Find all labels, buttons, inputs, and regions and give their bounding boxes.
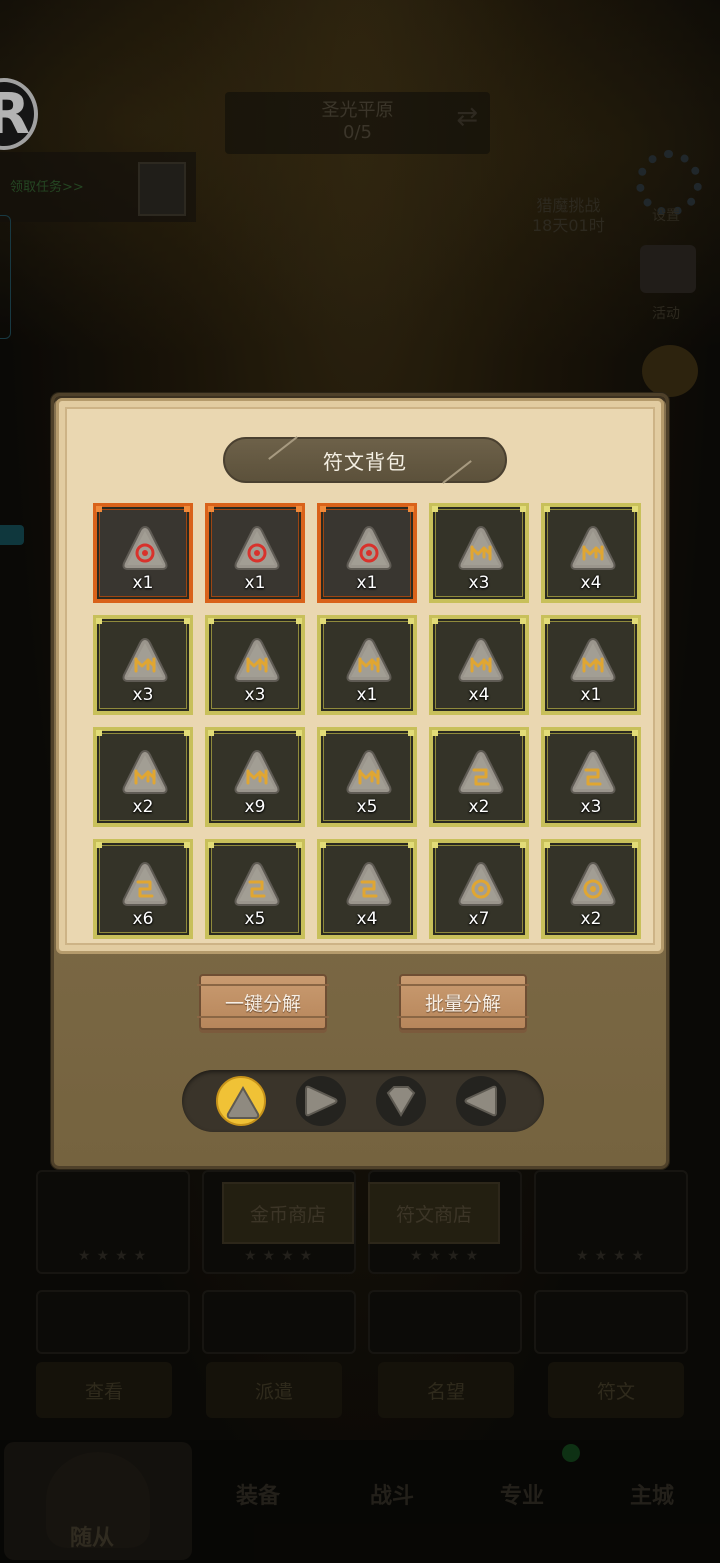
rune-slot[interactable]: x4 (317, 839, 417, 939)
batch-decompose-button[interactable]: 批量分解 (397, 974, 529, 1030)
rune-type-filter (182, 1070, 544, 1132)
m-rune-rune-stone-icon (346, 749, 392, 794)
rune-slot[interactable]: x1 (205, 503, 305, 603)
diamond-icon (386, 1086, 416, 1117)
ring-rune-rune-stone-icon (458, 861, 504, 906)
triangle-up-filter-button[interactable] (216, 1076, 266, 1126)
rune-quantity: x4 (468, 685, 490, 705)
rune-slot[interactable]: x6 (93, 839, 193, 939)
rune-quantity: x4 (356, 909, 378, 929)
rune-slot[interactable]: x2 (429, 727, 529, 827)
rune-quantity: x7 (468, 909, 490, 929)
m-rune-rune-stone-icon (570, 637, 616, 682)
rune-slot[interactable]: x4 (541, 503, 641, 603)
rune-slot[interactable]: x3 (205, 615, 305, 715)
rune-quantity: x9 (244, 797, 266, 817)
ring-rune-rune-stone-icon (570, 861, 616, 906)
rune-slot[interactable]: x3 (541, 727, 641, 827)
red-ring-rune-stone-icon (346, 525, 392, 570)
square-rune-rune-stone-icon (234, 861, 280, 906)
rune-quantity: x2 (580, 909, 602, 929)
rune-slot[interactable]: x4 (429, 615, 529, 715)
m-rune-rune-stone-icon (458, 637, 504, 682)
decompose-all-button[interactable]: 一键分解 (197, 974, 329, 1030)
rune-quantity: x3 (244, 685, 266, 705)
rune-grid-area: 符文背包 x1 x1 x1 x3 x4 x3 x3 x1 x4 x1 x2 x9 x5 x2 x3 x6 x5 x… (56, 398, 664, 954)
rune-quantity: x1 (132, 573, 154, 593)
m-rune-rune-stone-icon (234, 749, 280, 794)
rune-quantity: x1 (356, 685, 378, 705)
rune-quantity: x5 (356, 797, 378, 817)
rune-slot[interactable]: x7 (429, 839, 529, 939)
rune-quantity: x2 (468, 797, 490, 817)
rune-quantity: x6 (132, 909, 154, 929)
square-rune-rune-stone-icon (458, 749, 504, 794)
diamond-filter-button[interactable] (376, 1076, 426, 1126)
rune-backpack-panel: 符文背包 x1 x1 x1 x3 x4 x3 x3 x1 x4 x1 x2 x9 x5 x2 x3 x6 x5 x… (51, 393, 669, 1169)
rune-slot[interactable]: x3 (429, 503, 529, 603)
square-rune-rune-stone-icon (346, 861, 392, 906)
rune-slot[interactable]: x2 (541, 839, 641, 939)
m-rune-rune-stone-icon (234, 637, 280, 682)
rune-quantity: x5 (244, 909, 266, 929)
rune-grid: x1 x1 x1 x3 x4 x3 x3 x1 x4 x1 x2 x9 x5 x2 x3 x6 x5 x4 x7 x2 (59, 401, 667, 957)
triangle-right-filter-button[interactable] (296, 1076, 346, 1126)
m-rune-rune-stone-icon (458, 525, 504, 570)
m-rune-rune-stone-icon (570, 525, 616, 570)
red-ring-rune-stone-icon (122, 525, 168, 570)
triangle-left-icon (464, 1085, 497, 1117)
square-rune-rune-stone-icon (122, 861, 168, 906)
rune-slot[interactable]: x5 (317, 727, 417, 827)
rune-slot[interactable]: x5 (205, 839, 305, 939)
m-rune-rune-stone-icon (122, 637, 168, 682)
rune-slot[interactable]: x1 (93, 503, 193, 603)
rune-slot[interactable]: x1 (541, 615, 641, 715)
triangle-up-icon (226, 1085, 260, 1119)
rune-slot[interactable]: x2 (93, 727, 193, 827)
rune-quantity: x3 (468, 573, 490, 593)
rune-slot[interactable]: x9 (205, 727, 305, 827)
rune-slot[interactable]: x3 (93, 615, 193, 715)
rune-quantity: x2 (132, 797, 154, 817)
rune-quantity: x3 (580, 797, 602, 817)
rune-quantity: x1 (244, 573, 266, 593)
triangle-left-filter-button[interactable] (456, 1076, 506, 1126)
m-rune-rune-stone-icon (346, 637, 392, 682)
rune-quantity: x1 (580, 685, 602, 705)
m-rune-rune-stone-icon (122, 749, 168, 794)
red-ring-rune-stone-icon (234, 525, 280, 570)
rune-quantity: x1 (356, 573, 378, 593)
triangle-right-icon (305, 1085, 338, 1117)
rune-slot[interactable]: x1 (317, 503, 417, 603)
rune-slot[interactable]: x1 (317, 615, 417, 715)
rune-quantity: x4 (580, 573, 602, 593)
rune-quantity: x3 (132, 685, 154, 705)
square-rune-rune-stone-icon (570, 749, 616, 794)
